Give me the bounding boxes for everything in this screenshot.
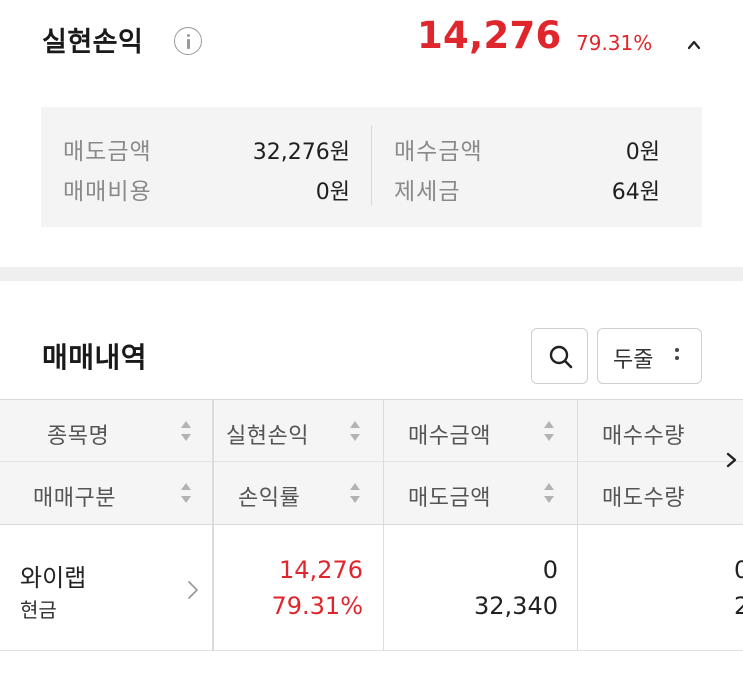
tax-label: 제세금 (394, 179, 461, 205)
view-mode-label: 두줄 (613, 348, 654, 373)
sort-icon[interactable] (543, 483, 555, 505)
sort-icon[interactable] (180, 421, 192, 443)
sell-amount-value: 32,276원 (252, 140, 350, 165)
column-divider (577, 525, 578, 651)
stock-name[interactable]: 와이랩 (20, 558, 86, 593)
column-header-realized-pl[interactable]: 실현손익 (226, 418, 309, 450)
column-header-sell-qty[interactable]: 매도수량 (602, 480, 685, 512)
column-header-buy-qty[interactable]: 매수수량 (602, 418, 685, 450)
realized-pl-rate: 79.31% (576, 31, 653, 55)
search-button[interactable] (531, 328, 588, 384)
row-pl-rate: 79.31% (271, 592, 363, 620)
sort-icon[interactable] (543, 421, 555, 443)
sort-icon[interactable] (180, 483, 192, 505)
tax-value: 64원 (611, 180, 660, 205)
column-header-sell-amount[interactable]: 매도금액 (408, 480, 491, 512)
info-icon[interactable] (174, 27, 202, 55)
view-mode-button[interactable]: 두줄 (597, 328, 702, 384)
row-buy-qty: 0 (734, 556, 743, 584)
section-title: 매매내역 (42, 341, 148, 374)
buy-amount-label: 매수금액 (394, 139, 483, 165)
sell-amount-label: 매도금액 (63, 139, 152, 165)
search-icon (549, 345, 573, 369)
trade-type: 현금 (20, 598, 57, 622)
column-header-trade-type[interactable]: 매매구분 (33, 480, 116, 512)
row-buy-amount: 0 (542, 556, 558, 584)
kebab-icon (675, 348, 679, 364)
realized-pl-value: 14,276 (417, 14, 562, 57)
table-header-divider (0, 461, 743, 462)
column-header-pl-rate[interactable]: 손익률 (238, 480, 300, 512)
sort-icon[interactable] (349, 421, 361, 443)
summary-divider (371, 126, 372, 206)
page-title: 실현손익 (42, 27, 144, 58)
section-divider (0, 267, 743, 281)
chevron-right-icon[interactable] (186, 580, 200, 600)
chevron-up-icon[interactable] (687, 36, 701, 50)
row-realized-pl: 14,276 (279, 556, 363, 584)
column-header-name[interactable]: 종목명 (47, 418, 109, 450)
column-divider (383, 400, 384, 525)
column-divider (577, 400, 578, 525)
scroll-right-icon[interactable] (724, 452, 740, 468)
trade-cost-label: 매매비용 (63, 179, 152, 205)
buy-amount-value: 0원 (625, 140, 660, 165)
column-divider (212, 525, 214, 651)
column-header-buy-amount[interactable]: 매수금액 (408, 418, 491, 450)
column-divider (383, 525, 384, 651)
sort-icon[interactable] (349, 483, 361, 505)
row-sell-amount: 32,340 (474, 592, 558, 620)
row-sell-qty: 2 (734, 592, 743, 620)
trade-cost-value: 0원 (315, 180, 350, 205)
table-row[interactable] (0, 525, 743, 651)
